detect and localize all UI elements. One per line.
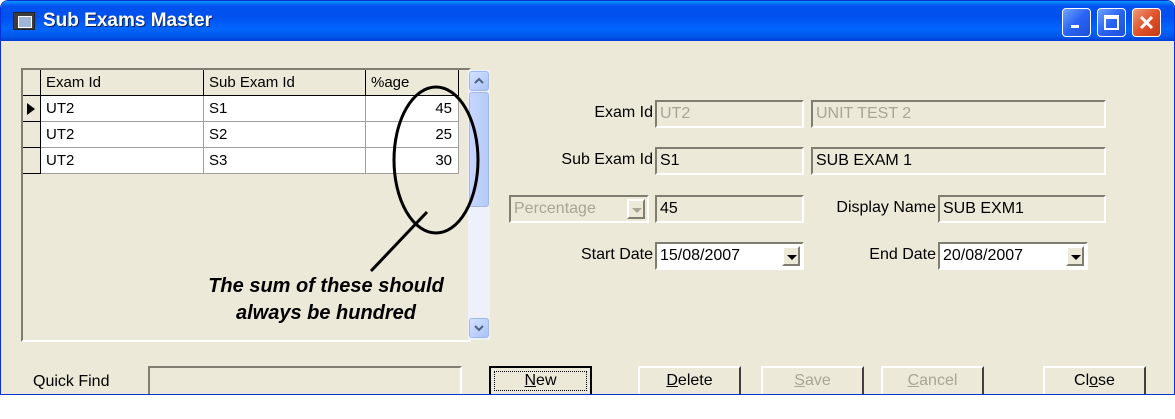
exam-id-field: UT2	[655, 100, 804, 128]
cancel-button-label: ancel	[919, 372, 958, 389]
display-name-label: Display Name	[836, 199, 936, 216]
type-value-field[interactable]: 45	[655, 195, 804, 223]
sub-exam-id-label: Sub Exam Id	[561, 151, 653, 168]
sub-exam-name-field[interactable]: SUB EXAM 1	[811, 147, 1106, 175]
focus-rectangle	[494, 371, 587, 391]
end-date-label: End Date	[869, 246, 936, 263]
exam-id-label: Exam Id	[594, 104, 653, 121]
annotation-ellipse	[392, 85, 480, 235]
new-button[interactable]: New	[489, 366, 592, 394]
sub-exams-master-window: Sub Exams Master Exam Id Sub Exam Id %ag…	[0, 0, 1175, 395]
cancel-button-accel: C	[907, 372, 920, 389]
close-button[interactable]: Close	[1043, 366, 1146, 394]
start-date-picker[interactable]: 15/08/2007	[655, 242, 804, 270]
close-button-label-pre: Cl	[1074, 372, 1090, 389]
delete-button-label: elete	[677, 372, 713, 389]
close-button-accel: o	[1089, 372, 1099, 389]
cancel-button[interactable]: Cancel	[881, 366, 984, 394]
type-select-value: Percentage	[514, 200, 596, 217]
quick-find-label: Quick Find	[33, 373, 110, 390]
sub-exam-id-field[interactable]: S1	[655, 147, 804, 175]
delete-button[interactable]: Delete	[638, 366, 741, 394]
delete-button-accel: D	[666, 372, 678, 389]
quick-find-input[interactable]	[148, 366, 462, 394]
display-name-field[interactable]: SUB EXM1	[938, 195, 1106, 223]
save-button-label: ave	[804, 372, 831, 389]
save-button-accel: S	[794, 372, 805, 389]
type-select: Percentage	[509, 195, 649, 223]
chevron-down-icon[interactable]	[782, 246, 800, 266]
annotation-text: The sum of these should always be hundre…	[208, 275, 444, 324]
start-date-value: 15/08/2007	[660, 247, 741, 264]
close-button-label: se	[1098, 372, 1115, 389]
save-button[interactable]: Save	[761, 366, 864, 394]
exam-name-field: UNIT TEST 2	[811, 100, 1106, 128]
start-date-label: Start Date	[580, 246, 653, 263]
chevron-down-icon[interactable]	[1066, 246, 1084, 266]
annotation-line	[369, 210, 429, 273]
end-date-picker[interactable]: 20/08/2007	[938, 242, 1088, 270]
end-date-value: 20/08/2007	[943, 247, 1024, 264]
chevron-down-icon	[627, 199, 645, 219]
